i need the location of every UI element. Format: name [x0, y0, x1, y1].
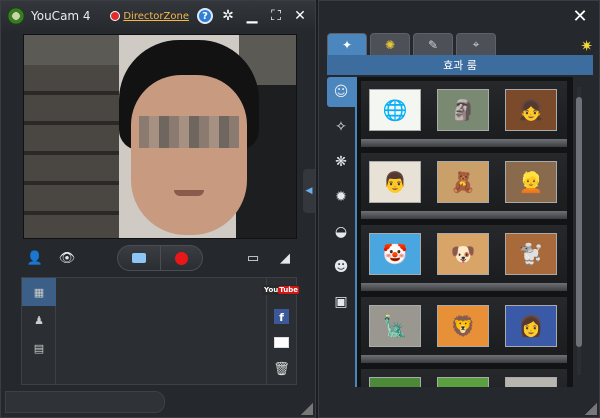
- fullscreen-icon[interactable]: ⛶: [267, 7, 285, 25]
- youtube-label-tube: Tube: [278, 285, 299, 294]
- lincoln-statue-icon[interactable]: 🗽: [369, 305, 421, 347]
- frame-icon[interactable]: ▣: [327, 287, 355, 317]
- avatar-icon[interactable]: ☺: [327, 77, 355, 107]
- tray-tabs: ▦ ♟ ▤: [22, 278, 56, 384]
- film-icon[interactable]: ▤: [22, 334, 56, 362]
- capture-group: [117, 245, 203, 271]
- effects-window: ✕ ✦ ✺ ✎ ⌖ ✷ 효과 룸 ☺ ✧ ❋ ✹ ◒ ☻ ▣ 🌐 🗿 👧 👨 🧸…: [318, 0, 600, 418]
- resize-grip[interactable]: [585, 403, 597, 415]
- facebook-button[interactable]: f: [274, 308, 289, 324]
- cartoon-girl-icon[interactable]: 👧: [505, 89, 557, 131]
- effects-gallery: 🌐 🗿 👧 👨 🧸 👱 🤡 🐶 🐩 🗽 🦁 👩 🐷 🐖 🗿: [355, 77, 573, 387]
- clown-icon[interactable]: 🤡: [369, 233, 421, 275]
- distortion-icon[interactable]: ✹: [327, 182, 355, 212]
- background-shelves: [24, 65, 119, 238]
- pig-icon[interactable]: 🐖: [437, 377, 489, 387]
- help-button[interactable]: ?: [197, 8, 213, 24]
- mask-icon[interactable]: ◒: [327, 217, 355, 247]
- eraser-icon[interactable]: ◢: [273, 248, 297, 268]
- status-bar: [5, 391, 165, 413]
- effects-tabs: ✦ ✺ ✎ ⌖ ✷: [327, 31, 593, 55]
- youcam-logo: [7, 7, 25, 25]
- share-actions: YouTube f 🗑: [262, 278, 301, 384]
- poodle-icon[interactable]: 🐩: [505, 233, 557, 275]
- youtube-label-you: You: [264, 285, 279, 294]
- director-zone-icon: [110, 11, 121, 21]
- main-window: YouCam 4 DirectorZone ? ✲ ▁ ⛶ ✕ ◀ 👤 👁 ▭ …: [0, 0, 316, 418]
- shelf-row: 🗽 🦁 👩: [361, 297, 567, 363]
- teddy-bear-icon[interactable]: 🧸: [437, 161, 489, 203]
- dog-icon[interactable]: 🐶: [437, 233, 489, 275]
- stone-statue-icon[interactable]: 🗿: [437, 89, 489, 131]
- section-title: 효과 룸: [327, 55, 593, 75]
- record-button[interactable]: [160, 246, 202, 270]
- capture-controls: 👤 👁 ▭ ◢: [23, 245, 297, 271]
- trash-icon[interactable]: 🗑: [273, 362, 290, 377]
- youtube-button[interactable]: YouTube: [262, 284, 301, 295]
- shelf-row: 🌐 🗿 👧: [361, 81, 567, 147]
- shelf-row: 🤡 🐶 🐩: [361, 225, 567, 291]
- close-icon[interactable]: ✕: [291, 7, 309, 25]
- blonde-woman-icon[interactable]: 👩: [505, 305, 557, 347]
- director-zone-label: DirectorZone: [123, 10, 189, 22]
- close-icon[interactable]: ✕: [571, 6, 589, 27]
- record-icon: [175, 251, 188, 265]
- magic-wand-icon[interactable]: ✧: [327, 112, 355, 142]
- sparkle-icon[interactable]: ✺: [370, 33, 410, 55]
- category-list: ☺ ✧ ❋ ✹ ◒ ☻ ▣: [327, 77, 355, 387]
- star-add-icon[interactable]: ✷: [580, 37, 593, 55]
- pig-icon[interactable]: 🐷: [369, 377, 421, 387]
- webcam-preview: [23, 34, 297, 239]
- pencil-icon[interactable]: ✎: [413, 33, 453, 55]
- magic-wand-icon[interactable]: ✦: [327, 33, 367, 55]
- blond-man-icon[interactable]: 👱: [505, 161, 557, 203]
- panel-toggle-arrow-icon[interactable]: ◀: [303, 169, 315, 213]
- title-bar: YouCam 4 DirectorZone ? ✲ ▁ ⛶ ✕: [1, 1, 315, 31]
- mail-icon[interactable]: [274, 337, 289, 349]
- app-title: YouCam 4: [31, 9, 91, 23]
- resize-grip[interactable]: [301, 403, 313, 415]
- media-tray: ▦ ♟ ▤ YouTube f 🗑: [21, 277, 301, 385]
- statue-icon[interactable]: 🗿: [505, 377, 557, 387]
- snapshot-button[interactable]: [118, 246, 160, 270]
- camera-icon: [132, 253, 146, 263]
- lion-icon[interactable]: 🦁: [437, 305, 489, 347]
- gallery-scrollbar[interactable]: [575, 87, 583, 375]
- face: [131, 75, 247, 235]
- cctv-icon[interactable]: ⌖: [456, 33, 496, 55]
- globe-download-icon[interactable]: 🌐: [369, 89, 421, 131]
- gear-icon[interactable]: ✲: [219, 7, 237, 25]
- scrollbar-thumb[interactable]: [576, 97, 582, 347]
- mouth: [174, 190, 204, 196]
- shelf-row: 👨 🧸 👱: [361, 153, 567, 219]
- director-zone-link[interactable]: DirectorZone: [110, 11, 189, 22]
- person-head: [119, 40, 259, 238]
- eye-icon[interactable]: 👁: [55, 248, 79, 268]
- face-tracking-icon[interactable]: 👤: [23, 248, 47, 268]
- aspect-ratio-icon[interactable]: ▭: [241, 248, 265, 268]
- emotion-icon[interactable]: ☻: [327, 252, 355, 282]
- effects-title-bar: ✕: [319, 1, 599, 31]
- filmstrip-icon[interactable]: ▦: [22, 278, 56, 306]
- minimize-icon[interactable]: ▁: [243, 7, 261, 25]
- shelf-row: 🐷 🐖 🗿: [361, 369, 567, 387]
- particle-icon[interactable]: ❋: [327, 147, 355, 177]
- person-icon[interactable]: ♟: [22, 306, 56, 334]
- blurred-eyes: [139, 116, 239, 148]
- cartoon-man-icon[interactable]: 👨: [369, 161, 421, 203]
